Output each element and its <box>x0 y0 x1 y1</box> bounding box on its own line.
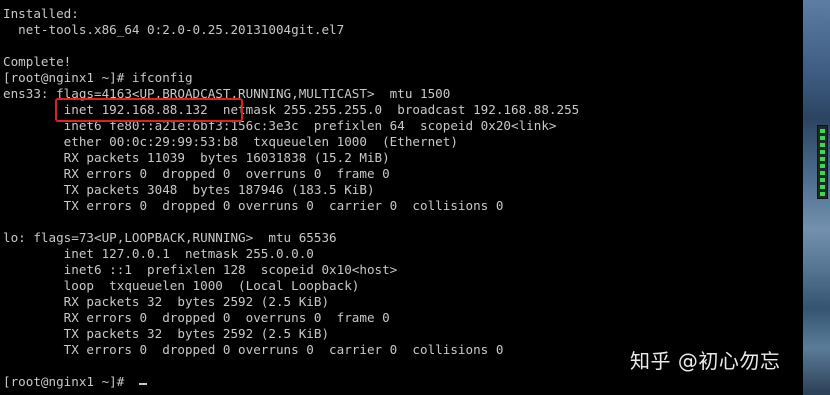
ip-address-highlight-box <box>55 98 243 122</box>
terminal-line-ens33-rx-errors: RX errors 0 dropped 0 overruns 0 frame 0 <box>3 166 390 181</box>
desktop-background-strip <box>803 0 830 395</box>
terminal-line-command: [root@nginx1 ~]# ifconfig <box>3 70 193 85</box>
terminal-line-lo-rx-packets: RX packets 32 bytes 2592 (2.5 KiB) <box>3 294 330 309</box>
terminal-line-lo-inet: inet 127.0.0.1 netmask 255.0.0.0 <box>3 246 314 261</box>
terminal-line-complete: Complete! <box>3 54 72 69</box>
terminal-window[interactable]: Installed: net-tools.x86_64 0:2.0-0.25.2… <box>0 0 803 395</box>
terminal-line-lo-rx-errors: RX errors 0 dropped 0 overruns 0 frame 0 <box>3 310 390 325</box>
terminal-line-package: net-tools.x86_64 0:2.0-0.25.20131004git.… <box>3 22 345 37</box>
watermark: 知乎 @初心勿忘 <box>630 349 781 373</box>
terminal-line-installed: Installed: <box>3 6 79 21</box>
text-cursor <box>139 383 147 385</box>
terminal-line-lo-tx-packets: TX packets 32 bytes 2592 (2.5 KiB) <box>3 326 330 341</box>
level-meter-icon <box>817 125 828 199</box>
terminal-line-lo-tx-errors: TX errors 0 dropped 0 overruns 0 carrier… <box>3 342 504 357</box>
terminal-line-lo-inet6: inet6 ::1 prefixlen 128 scopeid 0x10<hos… <box>3 262 398 277</box>
terminal-line-lo-flags: lo: flags=73<UP,LOOPBACK,RUNNING> mtu 65… <box>3 230 337 245</box>
terminal-line-ens33-tx-packets: TX packets 3048 bytes 187946 (183.5 KiB) <box>3 182 375 197</box>
terminal-line-ens33-tx-errors: TX errors 0 dropped 0 overruns 0 carrier… <box>3 198 504 213</box>
terminal-prompt: [root@nginx1 ~]# <box>3 374 132 389</box>
terminal-line-ens33-ether: ether 00:0c:29:99:53:b8 txqueuelen 1000 … <box>3 134 458 149</box>
terminal-line-lo-loop: loop txqueuelen 1000 (Local Loopback) <box>3 278 360 293</box>
terminal-line-ens33-rx-packets: RX packets 11039 bytes 16031838 (15.2 Mi… <box>3 150 390 165</box>
